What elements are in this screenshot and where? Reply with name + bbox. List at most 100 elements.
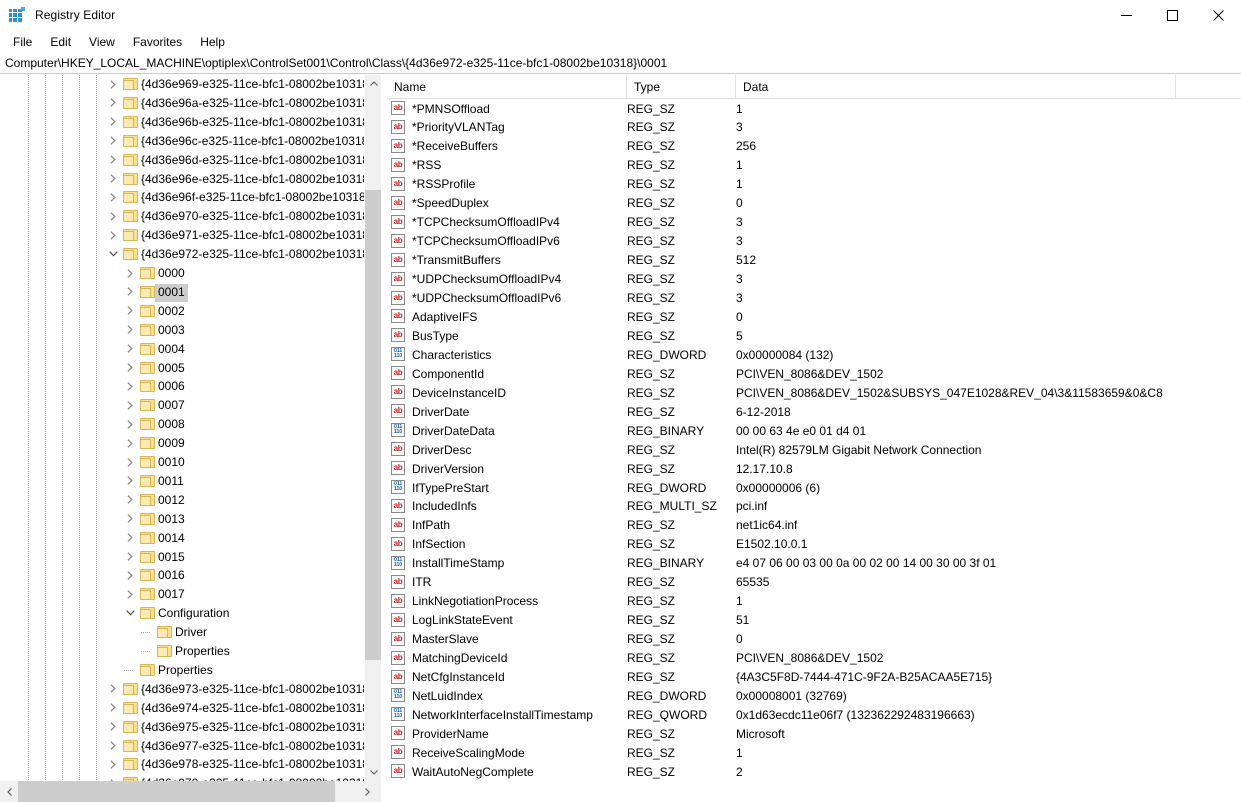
tree-item[interactable]: {4d36e979-e325-11ce-bfc1-08002be10318} (0, 774, 381, 781)
chevron-right-icon[interactable] (105, 113, 121, 131)
tree-item[interactable]: 0017 (0, 585, 381, 604)
chevron-right-icon[interactable] (105, 94, 121, 112)
chevron-right-icon[interactable] (105, 755, 121, 773)
tree-item[interactable]: 0009 (0, 434, 381, 453)
value-row[interactable]: ab ReceiveScalingMode REG_SZ 1 (387, 743, 1241, 762)
tree-item[interactable]: 0004 (0, 340, 381, 359)
menu-edit[interactable]: Edit (41, 32, 80, 52)
chevron-right-icon[interactable] (105, 718, 121, 736)
value-row[interactable]: ab *SpeedDuplex REG_SZ 0 (387, 194, 1241, 213)
registry-tree-pane[interactable]: {4d36e969-e325-11ce-bfc1-08002be10318} {4… (0, 75, 381, 781)
value-row[interactable]: ab DriverVersion REG_SZ 12.17.10.8 (387, 459, 1241, 478)
chevron-right-icon[interactable] (122, 585, 138, 603)
column-header-type[interactable]: Type (627, 75, 736, 99)
chevron-right-icon[interactable] (122, 566, 138, 584)
tree-item[interactable]: 0000 (0, 264, 381, 283)
chevron-right-icon[interactable] (122, 283, 138, 301)
tree-item[interactable]: {4d36e972-e325-11ce-bfc1-08002be10318} (0, 245, 381, 264)
chevron-right-icon[interactable] (105, 774, 121, 781)
chevron-right-icon[interactable] (105, 226, 121, 244)
scroll-down-arrow[interactable] (365, 764, 382, 781)
value-row[interactable]: ab IncludedInfs REG_MULTI_SZ pci.inf (387, 497, 1241, 516)
value-row[interactable]: ab NetCfgInstanceId REG_SZ {4A3C5F8D-7444-4… (387, 668, 1241, 687)
chevron-right-icon[interactable] (105, 170, 121, 188)
chevron-right-icon[interactable] (122, 491, 138, 509)
value-row[interactable]: ab LogLinkStateEvent REG_SZ 51 (387, 611, 1241, 630)
chevron-right-icon[interactable] (122, 302, 138, 320)
tree-item[interactable]: {4d36e96e-e325-11ce-bfc1-08002be10318} (0, 170, 381, 189)
menu-file[interactable]: File (4, 32, 41, 52)
tree-item[interactable]: 0005 (0, 359, 381, 378)
chevron-right-icon[interactable] (122, 472, 138, 490)
tree-item[interactable]: {4d36e970-e325-11ce-bfc1-08002be10318} (0, 207, 381, 226)
chevron-right-icon[interactable] (105, 207, 121, 225)
tree-item[interactable]: 0013 (0, 510, 381, 529)
value-row[interactable]: ab *RSS REG_SZ 1 (387, 156, 1241, 175)
chevron-right-icon[interactable] (122, 359, 138, 377)
value-row[interactable]: ab *TCPChecksumOffloadIPv4 REG_SZ 3 (387, 213, 1241, 232)
tree-item[interactable]: 0002 (0, 302, 381, 321)
value-row[interactable]: 011 110 InstallTimeStamp REG_BINARY e4 07 06… (387, 554, 1241, 573)
tree-item[interactable]: 0001 (0, 283, 381, 302)
value-row[interactable]: ab *UDPChecksumOffloadIPv4 REG_SZ 3 (387, 270, 1241, 289)
tree-item[interactable]: 0012 (0, 491, 381, 510)
tree-item[interactable]: Properties (0, 642, 381, 661)
tree-item[interactable]: {4d36e96b-e325-11ce-bfc1-08002be10318} (0, 113, 381, 132)
chevron-right-icon[interactable] (105, 75, 121, 93)
tree-item[interactable]: {4d36e977-e325-11ce-bfc1-08002be10318} (0, 737, 381, 756)
menu-view[interactable]: View (80, 32, 124, 52)
chevron-right-icon[interactable] (105, 737, 121, 755)
value-row[interactable]: ab DriverDate REG_SZ 6-12-2018 (387, 402, 1241, 421)
tree-item[interactable]: 0015 (0, 548, 381, 567)
value-row[interactable]: ab ITR REG_SZ 65535 (387, 573, 1241, 592)
chevron-right-icon[interactable] (105, 188, 121, 206)
value-row[interactable]: 011 110 DriverDateData REG_BINARY 00 00 63 4… (387, 421, 1241, 440)
value-row[interactable]: ab InfPath REG_SZ net1ic64.inf (387, 516, 1241, 535)
tree-item[interactable]: Configuration (0, 604, 381, 623)
tree-item[interactable]: 0008 (0, 415, 381, 434)
value-row[interactable]: 011 110 NetworkInterfaceInstallTimestamp RE… (387, 705, 1241, 724)
tree-scroll-thumb[interactable] (365, 190, 382, 660)
tree-item[interactable]: {4d36e96d-e325-11ce-bfc1-08002be10318} (0, 151, 381, 170)
value-row[interactable]: ab *RSSProfile REG_SZ 1 (387, 175, 1241, 194)
chevron-right-icon[interactable] (122, 415, 138, 433)
address-bar[interactable]: Computer\HKEY_LOCAL_MACHINE\optiplex\Con… (0, 53, 1241, 74)
value-row[interactable]: ab *ReceiveBuffers REG_SZ 256 (387, 137, 1241, 156)
tree-item[interactable]: {4d36e974-e325-11ce-bfc1-08002be10318} (0, 699, 381, 718)
tree-item[interactable]: 0003 (0, 321, 381, 340)
value-row[interactable]: ab BusType REG_SZ 5 (387, 326, 1241, 345)
chevron-right-icon[interactable] (122, 453, 138, 471)
value-row[interactable]: ab *PriorityVLANTag REG_SZ 3 (387, 118, 1241, 137)
value-row[interactable]: ab InfSection REG_SZ E1502.10.0.1 (387, 535, 1241, 554)
chevron-right-icon[interactable] (105, 680, 121, 698)
tree-item[interactable]: {4d36e978-e325-11ce-bfc1-08002be10318} (0, 755, 381, 774)
value-row[interactable]: ab *UDPChecksumOffloadIPv6 REG_SZ 3 (387, 289, 1241, 308)
close-button[interactable] (1195, 0, 1241, 31)
tree-item[interactable]: {4d36e973-e325-11ce-bfc1-08002be10318} (0, 680, 381, 699)
tree-item[interactable]: 0006 (0, 377, 381, 396)
chevron-right-icon[interactable] (122, 321, 138, 339)
tree-item[interactable]: 0014 (0, 529, 381, 548)
chevron-right-icon[interactable] (122, 510, 138, 528)
value-row[interactable]: ab *TCPChecksumOffloadIPv6 REG_SZ 3 (387, 232, 1241, 251)
scroll-right-arrow[interactable] (353, 781, 381, 802)
value-row[interactable]: ab WaitAutoNegComplete REG_SZ 2 (387, 762, 1241, 781)
chevron-right-icon[interactable] (105, 151, 121, 169)
value-row[interactable]: ab LinkNegotiationProcess REG_SZ 1 (387, 592, 1241, 611)
tree-item[interactable]: {4d36e969-e325-11ce-bfc1-08002be10318} (0, 75, 381, 94)
value-row[interactable]: ab *TransmitBuffers REG_SZ 512 (387, 251, 1241, 270)
chevron-down-icon[interactable] (105, 245, 121, 263)
menu-help[interactable]: Help (191, 32, 234, 52)
tree-hscroll-thumb[interactable] (18, 781, 335, 802)
tree-item[interactable]: {4d36e96c-e325-11ce-bfc1-08002be10318} (0, 132, 381, 151)
chevron-right-icon[interactable] (105, 699, 121, 717)
tree-item[interactable]: 0010 (0, 453, 381, 472)
value-row[interactable]: ab DeviceInstanceID REG_SZ PCI\VEN_8086&DEV… (387, 383, 1241, 402)
column-header-name[interactable]: Name (387, 75, 627, 99)
chevron-right-icon[interactable] (122, 434, 138, 452)
value-row[interactable]: ab MatchingDeviceId REG_SZ PCI\VEN_8086&DEV… (387, 649, 1241, 668)
value-row[interactable]: ab ProviderName REG_SZ Microsoft (387, 724, 1241, 743)
tree-horizontal-scrollbar[interactable] (0, 781, 381, 802)
menu-favorites[interactable]: Favorites (124, 32, 191, 52)
value-row[interactable]: ab AdaptiveIFS REG_SZ 0 (387, 307, 1241, 326)
